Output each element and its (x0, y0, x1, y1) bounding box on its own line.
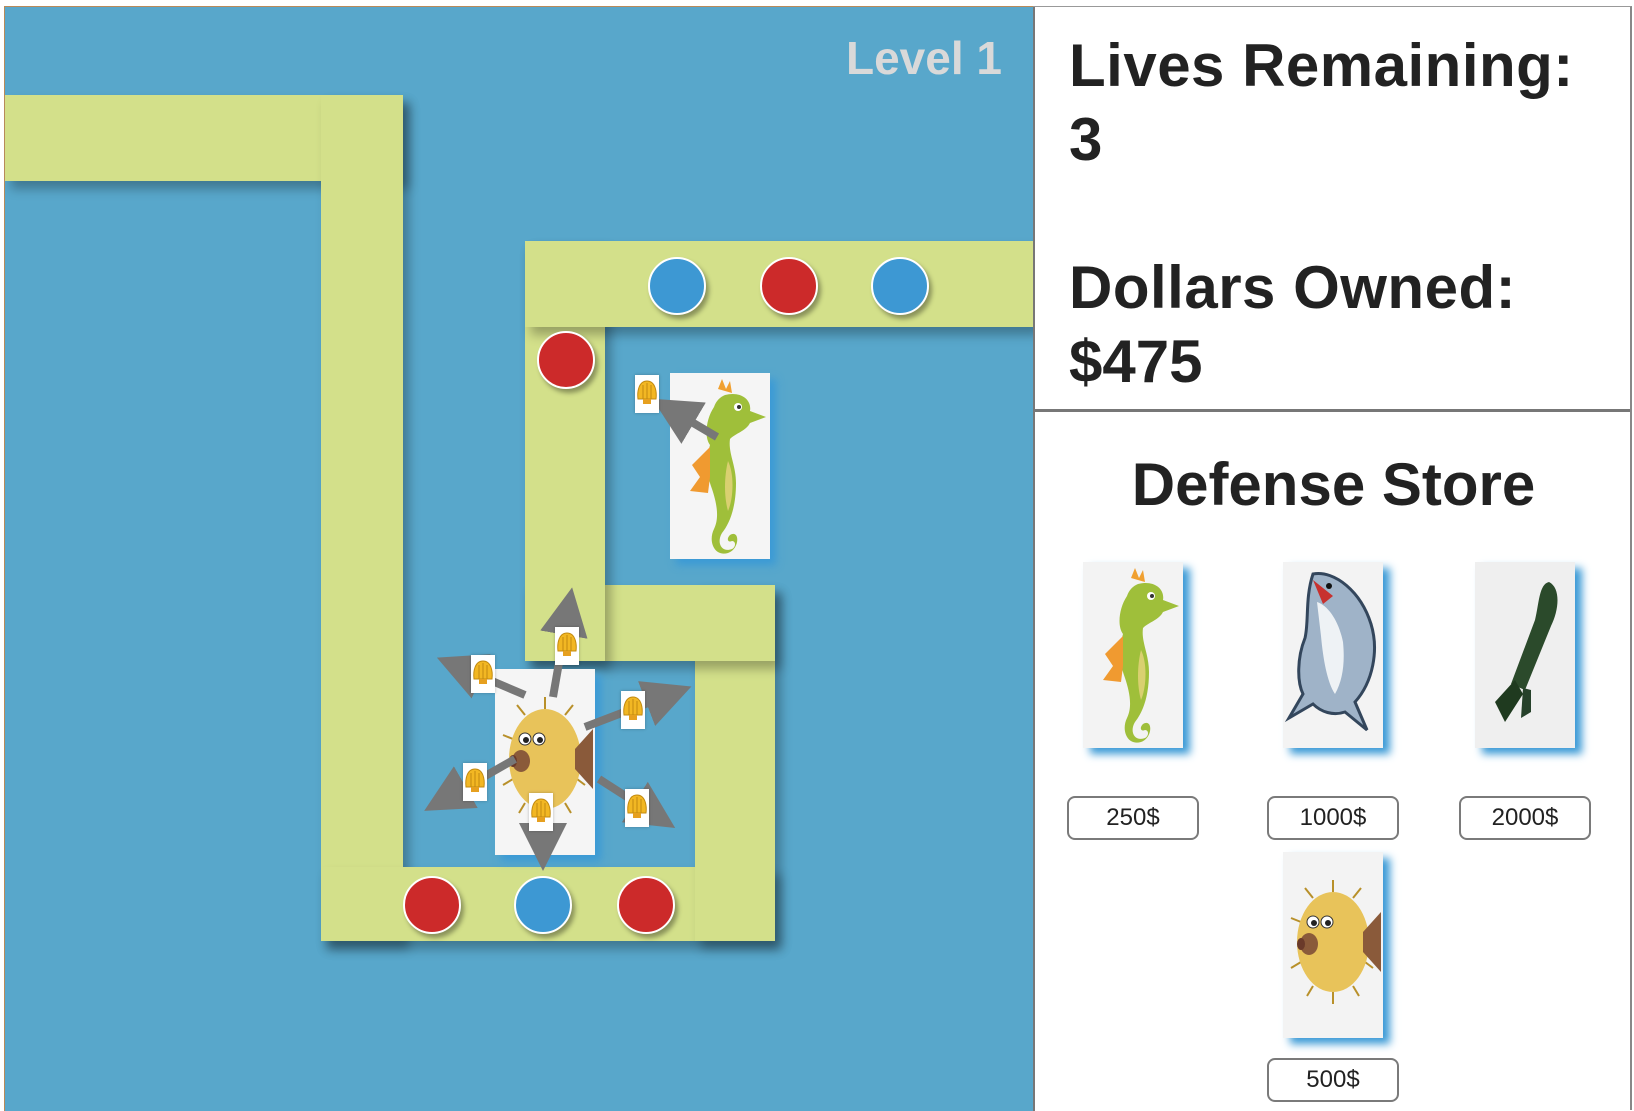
seahorse-tower[interactable] (670, 373, 770, 559)
enemy-blue (514, 876, 572, 934)
dollars-value: $475 (1069, 328, 1203, 395)
buy-pufferfish-button[interactable]: 500$ (1267, 1058, 1399, 1102)
store-item-shark[interactable] (1283, 562, 1383, 748)
buy-shark-button[interactable]: 1000$ (1267, 796, 1399, 840)
defense-store: Defense Store 250$ 1000$ 2000$ 500$ (1033, 412, 1630, 1111)
buy-seahorse-button[interactable]: 250$ (1067, 796, 1199, 840)
player-stats: Lives Remaining: 3 Dollars Owned: $475 (1033, 7, 1630, 412)
pufferfish-icon (1283, 852, 1383, 1038)
lives-label: Lives Remaining: (1069, 32, 1574, 99)
game-window: Level 1 Lives Remaining: 3 Dollars Owned… (0, 0, 1634, 1111)
store-item-torpedo[interactable] (1475, 562, 1575, 748)
dollars-label: Dollars Owned: (1069, 254, 1517, 321)
shell-projectile (625, 789, 649, 827)
enemy-red (403, 876, 461, 934)
store-item-seahorse[interactable] (1083, 562, 1183, 748)
enemy-red (617, 876, 675, 934)
level-label: Level 1 (846, 32, 1002, 84)
lives-value: 3 (1069, 106, 1103, 173)
enemy-red (537, 331, 595, 389)
shell-projectile (529, 793, 553, 831)
seahorse-icon (1083, 562, 1183, 748)
shell-projectile (635, 375, 659, 413)
enemy-blue (871, 257, 929, 315)
store-title: Defense Store (1131, 451, 1536, 518)
path-segment (321, 95, 403, 941)
shell-projectile (555, 627, 579, 665)
shell-projectile (471, 655, 495, 693)
game-board[interactable]: Level 1 (4, 6, 1034, 1111)
enemy-blue (648, 257, 706, 315)
shark-icon (1283, 562, 1383, 748)
seahorse-icon (670, 373, 770, 559)
enemy-red (760, 257, 818, 315)
shell-projectile (621, 691, 645, 729)
torpedo-icon (1475, 562, 1575, 748)
buy-torpedo-button[interactable]: 2000$ (1459, 796, 1591, 840)
shell-projectile (463, 763, 487, 801)
store-item-pufferfish[interactable] (1283, 852, 1383, 1038)
side-panel: Lives Remaining: 3 Dollars Owned: $475 D… (1033, 6, 1632, 1111)
